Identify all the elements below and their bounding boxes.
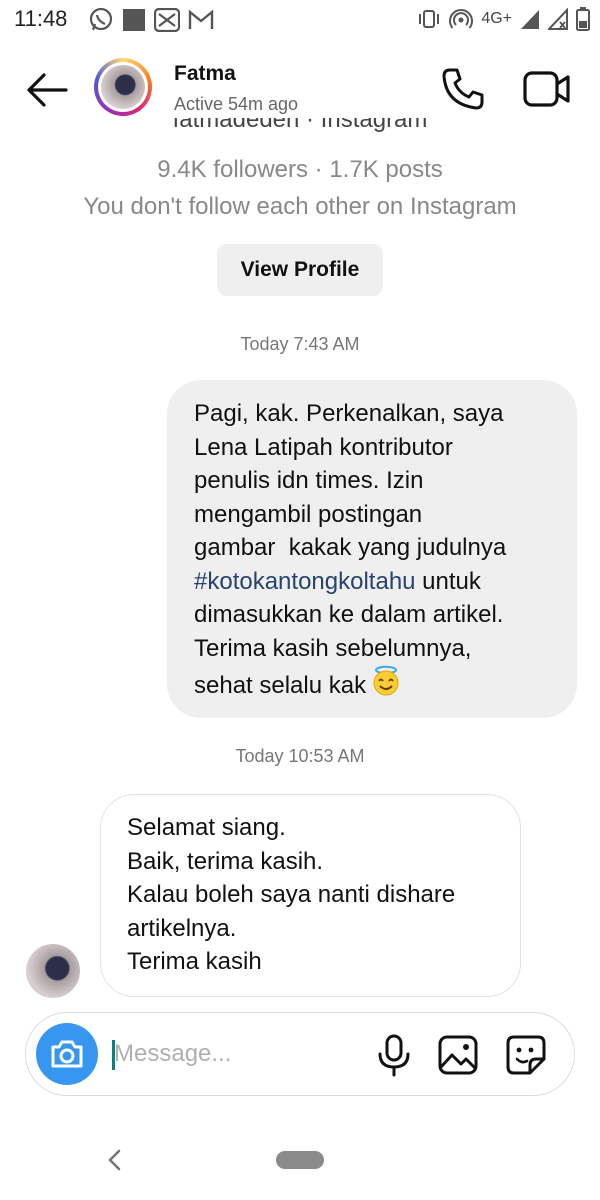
nav-home-pill[interactable]	[276, 1151, 324, 1169]
sent-message-text: Pagi, kak. Perkenalkan, saya Lena Latipa…	[194, 397, 557, 703]
signal-icon	[548, 8, 568, 30]
hashtag-link[interactable]: #kotokantongkoltahu	[194, 568, 416, 595]
whatsapp-icon	[89, 7, 113, 31]
phone-icon[interactable]	[440, 66, 486, 112]
sticker-icon[interactable]	[504, 1033, 548, 1077]
hotspot-icon	[449, 9, 474, 29]
gallery-notification-icon	[123, 9, 145, 31]
follow-status: You don't follow each other on Instagram	[83, 193, 517, 220]
message-timestamp: Today 10:53 AM	[235, 746, 365, 766]
back-arrow-icon[interactable]	[22, 70, 70, 110]
status-time: 11:48	[14, 6, 68, 31]
system-icons: 4G+	[417, 7, 590, 31]
sent-message-part: Pagi, kak. Perkenalkan, saya Lena Latipa…	[194, 400, 507, 561]
network-type: 4G+	[481, 10, 512, 27]
profile-username: fatmadeden · Instagram	[0, 118, 600, 140]
smiling-face-with-halo-icon	[373, 665, 399, 696]
sent-message-bubble[interactable]: Pagi, kak. Perkenalkan, saya Lena Latipa…	[167, 380, 577, 718]
text-cursor	[112, 1040, 115, 1070]
notification-icons	[88, 7, 214, 33]
avatar[interactable]	[94, 58, 152, 116]
camera-button[interactable]	[36, 1023, 98, 1085]
profile-username-text: fatmadeden · Instagram	[172, 118, 428, 133]
microphone-icon[interactable]	[374, 1033, 414, 1077]
followers-count: 9.4K followers · 1.7K posts	[157, 156, 443, 183]
received-message-text: Selamat siang. Baik, terima kasih. Kalau…	[127, 814, 456, 975]
signal-icon	[521, 10, 539, 29]
email-notification-icon	[154, 8, 180, 32]
message-input[interactable]	[110, 1033, 354, 1075]
camera-icon	[51, 1040, 83, 1068]
message-composer	[25, 1012, 575, 1096]
battery-icon	[576, 7, 590, 31]
received-message-bubble[interactable]: Selamat siang. Baik, terima kasih. Kalau…	[100, 794, 521, 997]
active-status: Active 54m ago	[174, 94, 299, 114]
view-profile-button[interactable]: View Profile	[217, 244, 383, 296]
message-timestamp: Today 7:43 AM	[240, 334, 360, 354]
gallery-icon[interactable]	[436, 1033, 480, 1077]
status-bar: 11:48 4G+	[0, 0, 600, 40]
avatar[interactable]	[26, 944, 80, 998]
gmail-icon	[188, 9, 214, 29]
nav-back-icon[interactable]	[102, 1146, 128, 1174]
vibrate-icon	[419, 10, 440, 28]
video-camera-icon[interactable]	[522, 68, 572, 110]
contact-name[interactable]: Fatma	[174, 62, 236, 86]
